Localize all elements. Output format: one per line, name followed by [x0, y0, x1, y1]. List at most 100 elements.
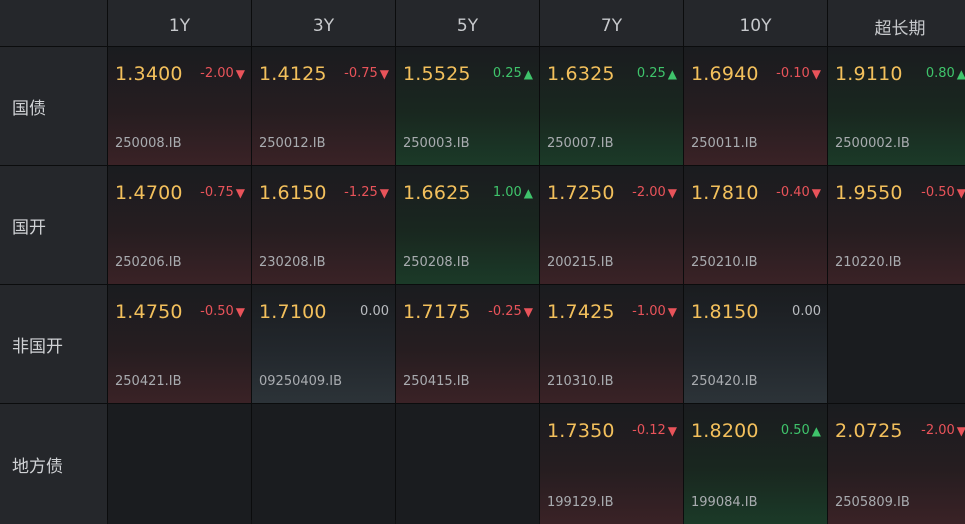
quote-cell[interactable]: 1.6325 0.25 ▲ 250007.IB: [540, 47, 683, 165]
quote-cell[interactable]: 1.4125 -0.75 ▼ 250012.IB: [252, 47, 395, 165]
change-value: 0.00: [792, 304, 821, 319]
column-header-ultra-long[interactable]: 超长期: [828, 0, 965, 46]
triangle-down-icon: ▼: [956, 423, 965, 438]
triangle-up-icon: ▲: [667, 66, 677, 81]
yield-value: 1.4125: [259, 63, 327, 85]
bond-code: 200215.IB: [547, 255, 614, 270]
quote-cell[interactable]: 1.7350 -0.12 ▼ 199129.IB: [540, 404, 683, 524]
change-value: -2.00: [632, 185, 666, 200]
quote-cell[interactable]: 1.6940 -0.10 ▼ 250011.IB: [684, 47, 827, 165]
bond-code: 2505809.IB: [835, 495, 910, 510]
bond-code: 199084.IB: [691, 495, 758, 510]
quote-cell[interactable]: 2.0725 -2.00 ▼ 2505809.IB: [828, 404, 965, 524]
yield-value: 2.0725: [835, 420, 903, 442]
change-value: 0.50: [780, 423, 810, 438]
quote-cell[interactable]: 1.4750 -0.50 ▼ 250421.IB: [108, 285, 251, 403]
yield-value: 1.3400: [115, 63, 183, 85]
bond-code: 250011.IB: [691, 136, 758, 151]
triangle-down-icon: ▼: [667, 185, 677, 200]
yield-value: 1.9110: [835, 63, 903, 85]
triangle-down-icon: ▼: [667, 304, 677, 319]
yield-value: 1.8150: [691, 301, 759, 323]
change-badge: -0.75 ▼: [344, 66, 389, 81]
row-label-policy-bank[interactable]: 非国开: [0, 285, 107, 403]
change-value: 0.25: [636, 66, 666, 81]
change-value: -0.10: [776, 66, 810, 81]
bond-code: 250012.IB: [259, 136, 326, 151]
triangle-down-icon: ▼: [379, 185, 389, 200]
quote-cell[interactable]: 1.3400 -2.00 ▼ 250008.IB: [108, 47, 251, 165]
quote-cell: [828, 285, 965, 403]
row-label-treasury[interactable]: 国债: [0, 47, 107, 165]
bond-code: 09250409.IB: [259, 374, 343, 389]
bond-code: 210310.IB: [547, 374, 614, 389]
change-value: 0.25: [492, 66, 522, 81]
quote-cell[interactable]: 1.6150 -1.25 ▼ 230208.IB: [252, 166, 395, 284]
bond-code: 250415.IB: [403, 374, 470, 389]
change-badge: -0.40 ▼: [776, 185, 821, 200]
bond-code: 199129.IB: [547, 495, 614, 510]
change-badge: -2.00 ▼: [921, 423, 965, 438]
quote-cell[interactable]: 1.7250 -2.00 ▼ 200215.IB: [540, 166, 683, 284]
yield-value: 1.5525: [403, 63, 471, 85]
quote-cell[interactable]: 1.4700 -0.75 ▼ 250206.IB: [108, 166, 251, 284]
change-badge: -0.50 ▼: [921, 185, 965, 200]
change-value: -1.00: [632, 304, 666, 319]
triangle-down-icon: ▼: [523, 304, 533, 319]
quote-cell[interactable]: 1.8200 0.50 ▲ 199084.IB: [684, 404, 827, 524]
change-badge: -0.10 ▼: [776, 66, 821, 81]
yield-value: 1.4750: [115, 301, 183, 323]
quote-cell[interactable]: 1.7175 -0.25 ▼ 250415.IB: [396, 285, 539, 403]
yield-value: 1.7250: [547, 182, 615, 204]
quote-cell[interactable]: 1.5525 0.25 ▲ 250003.IB: [396, 47, 539, 165]
yield-value: 1.6940: [691, 63, 759, 85]
column-header-1y[interactable]: 1Y: [108, 0, 251, 46]
change-badge: -0.50 ▼: [200, 304, 245, 319]
change-value: -0.12: [632, 423, 666, 438]
row-label-cdb[interactable]: 国开: [0, 166, 107, 284]
change-badge: 0.80 ▲: [926, 66, 965, 81]
yield-value: 1.8200: [691, 420, 759, 442]
quote-cell[interactable]: 1.7425 -1.00 ▼ 210310.IB: [540, 285, 683, 403]
quote-cell: [108, 404, 251, 524]
column-header-7y[interactable]: 7Y: [540, 0, 683, 46]
bond-code: 250210.IB: [691, 255, 758, 270]
change-value: -0.40: [776, 185, 810, 200]
change-badge: -0.75 ▼: [200, 185, 245, 200]
bond-code: 230208.IB: [259, 255, 326, 270]
bond-code: 250421.IB: [115, 374, 182, 389]
bond-code: 250208.IB: [403, 255, 470, 270]
yield-value: 1.7175: [403, 301, 471, 323]
bond-code: 2500002.IB: [835, 136, 910, 151]
change-badge: 0.00: [792, 304, 821, 319]
column-header-5y[interactable]: 5Y: [396, 0, 539, 46]
quote-cell[interactable]: 1.9110 0.80 ▲ 2500002.IB: [828, 47, 965, 165]
bond-code: 210220.IB: [835, 255, 902, 270]
row-label-local-gov[interactable]: 地方债: [0, 404, 107, 524]
triangle-down-icon: ▼: [235, 304, 245, 319]
change-value: 0.80: [925, 66, 955, 81]
column-header-10y[interactable]: 10Y: [684, 0, 827, 46]
quote-cell[interactable]: 1.7810 -0.40 ▼ 250210.IB: [684, 166, 827, 284]
change-value: -0.50: [921, 185, 955, 200]
yield-value: 1.7810: [691, 182, 759, 204]
quote-cell[interactable]: 1.6625 1.00 ▲ 250208.IB: [396, 166, 539, 284]
corner-header: [0, 0, 107, 46]
triangle-up-icon: ▲: [523, 185, 533, 200]
yield-value: 1.6150: [259, 182, 327, 204]
bond-code: 250420.IB: [691, 374, 758, 389]
quote-cell[interactable]: 1.9550 -0.50 ▼ 210220.IB: [828, 166, 965, 284]
change-badge: 1.00 ▲: [493, 185, 533, 200]
change-value: -2.00: [921, 423, 955, 438]
column-header-3y[interactable]: 3Y: [252, 0, 395, 46]
yield-value: 1.9550: [835, 182, 903, 204]
change-value: 0.00: [360, 304, 389, 319]
change-badge: -2.00 ▼: [632, 185, 677, 200]
triangle-up-icon: ▲: [523, 66, 533, 81]
quote-cell[interactable]: 1.7100 0.00 09250409.IB: [252, 285, 395, 403]
triangle-down-icon: ▼: [235, 185, 245, 200]
quote-cell[interactable]: 1.8150 0.00 250420.IB: [684, 285, 827, 403]
change-value: -1.25: [344, 185, 378, 200]
bond-code: 250008.IB: [115, 136, 182, 151]
triangle-down-icon: ▼: [811, 66, 821, 81]
